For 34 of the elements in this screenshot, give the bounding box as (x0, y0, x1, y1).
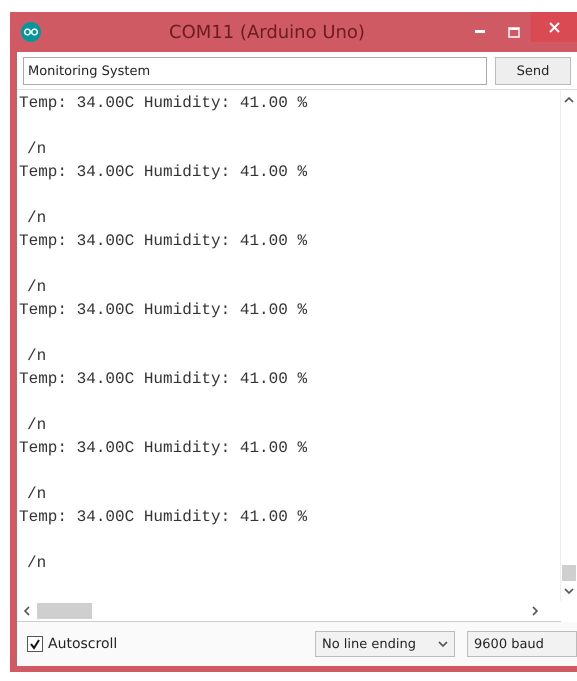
output-line: Temp: 34.00C Humidity: 41.00 % (19, 93, 308, 114)
output-line: Temp: 34.00C Humidity: 41.00 % (19, 162, 308, 183)
chevron-down-icon (438, 640, 448, 648)
output-line: /n (27, 346, 46, 367)
maximize-icon (508, 26, 520, 38)
scroll-thumb[interactable] (37, 603, 92, 619)
minimize-icon (475, 30, 485, 34)
output-line: /n (27, 553, 46, 574)
scroll-left-icon[interactable] (23, 606, 31, 616)
close-icon (548, 22, 560, 32)
window-title: COM11 (Arduino Uno) (168, 22, 366, 42)
output-line: /n (27, 139, 46, 160)
close-button[interactable] (531, 12, 577, 42)
baud-rate-dropdown[interactable]: 9600 baud (467, 631, 577, 657)
message-input-field[interactable]: Monitoring System (23, 57, 487, 85)
line-ending-dropdown[interactable]: No line ending (315, 631, 455, 657)
send-button[interactable]: Send (495, 57, 571, 85)
output-line: Temp: 34.00C Humidity: 41.00 % (19, 438, 308, 459)
scroll-down-icon[interactable] (564, 587, 574, 595)
output-line: /n (27, 208, 46, 229)
output-line: /n (27, 484, 46, 505)
vertical-scrollbar[interactable] (560, 90, 577, 601)
output-line: Temp: 34.00C Humidity: 41.00 % (19, 300, 308, 321)
checkbox-label: Autoscroll (48, 636, 118, 652)
autoscroll-checkbox[interactable] (27, 636, 43, 652)
output-line: /n (27, 277, 46, 298)
scroll-right-icon[interactable] (531, 606, 539, 616)
output-line: Temp: 34.00C Humidity: 41.00 % (19, 231, 308, 252)
output-line: Temp: 34.00C Humidity: 41.00 % (19, 507, 308, 528)
scroll-up-icon[interactable] (564, 96, 574, 104)
scroll-thumb[interactable] (562, 565, 576, 581)
output-line: /n (27, 415, 46, 436)
app-logo-icon (21, 22, 41, 42)
output-line: Temp: 34.00C Humidity: 41.00 % (19, 369, 308, 390)
